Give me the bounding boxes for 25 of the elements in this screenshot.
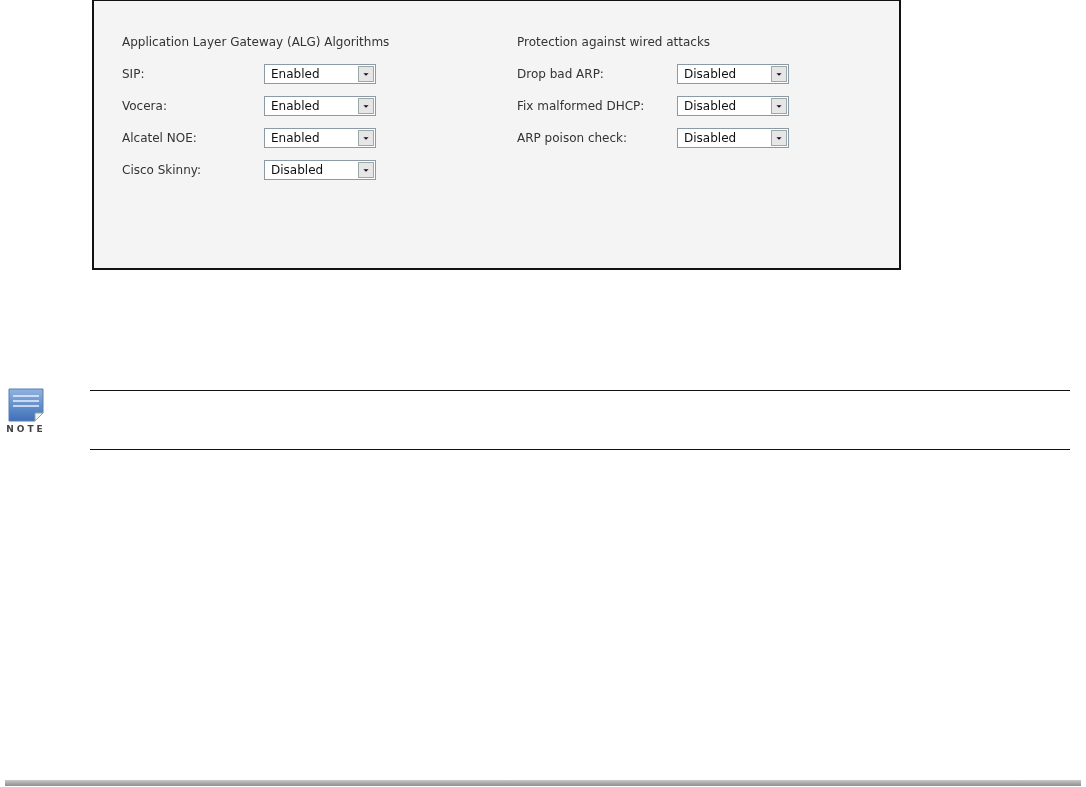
- caret-icon: [771, 66, 787, 82]
- field-label: SIP:: [122, 67, 146, 81]
- dropdown[interactable]: Enabled: [264, 64, 376, 84]
- field-label: Drop bad ARP:: [517, 67, 605, 81]
- dropdown[interactable]: Enabled: [264, 96, 376, 116]
- field-label: Alcatel NOE:: [122, 131, 198, 145]
- caret-icon: [771, 130, 787, 146]
- caret-icon: [358, 98, 374, 114]
- section-heading: Application Layer Gateway (ALG) Algorithms: [122, 34, 391, 51]
- field-label: ARP poison check:: [517, 131, 629, 145]
- note-label: NOTE: [6, 424, 46, 434]
- caret-icon: [358, 66, 374, 82]
- field-label: Vocera:: [122, 99, 168, 113]
- section-heading: Protection against wired attacks: [517, 34, 712, 51]
- note-icon: [8, 388, 44, 422]
- dropdown[interactable]: Enabled: [264, 128, 376, 148]
- field-label: Fix malformed DHCP:: [517, 99, 646, 113]
- dropdown[interactable]: Disabled: [677, 64, 789, 84]
- dropdown[interactable]: Disabled: [677, 96, 789, 116]
- caret-icon: [358, 162, 374, 178]
- dropdown[interactable]: Disabled: [264, 160, 376, 180]
- dropdown[interactable]: Disabled: [677, 128, 789, 148]
- caret-icon: [771, 98, 787, 114]
- field-label: Cisco Skinny:: [122, 163, 203, 177]
- caret-icon: [358, 130, 374, 146]
